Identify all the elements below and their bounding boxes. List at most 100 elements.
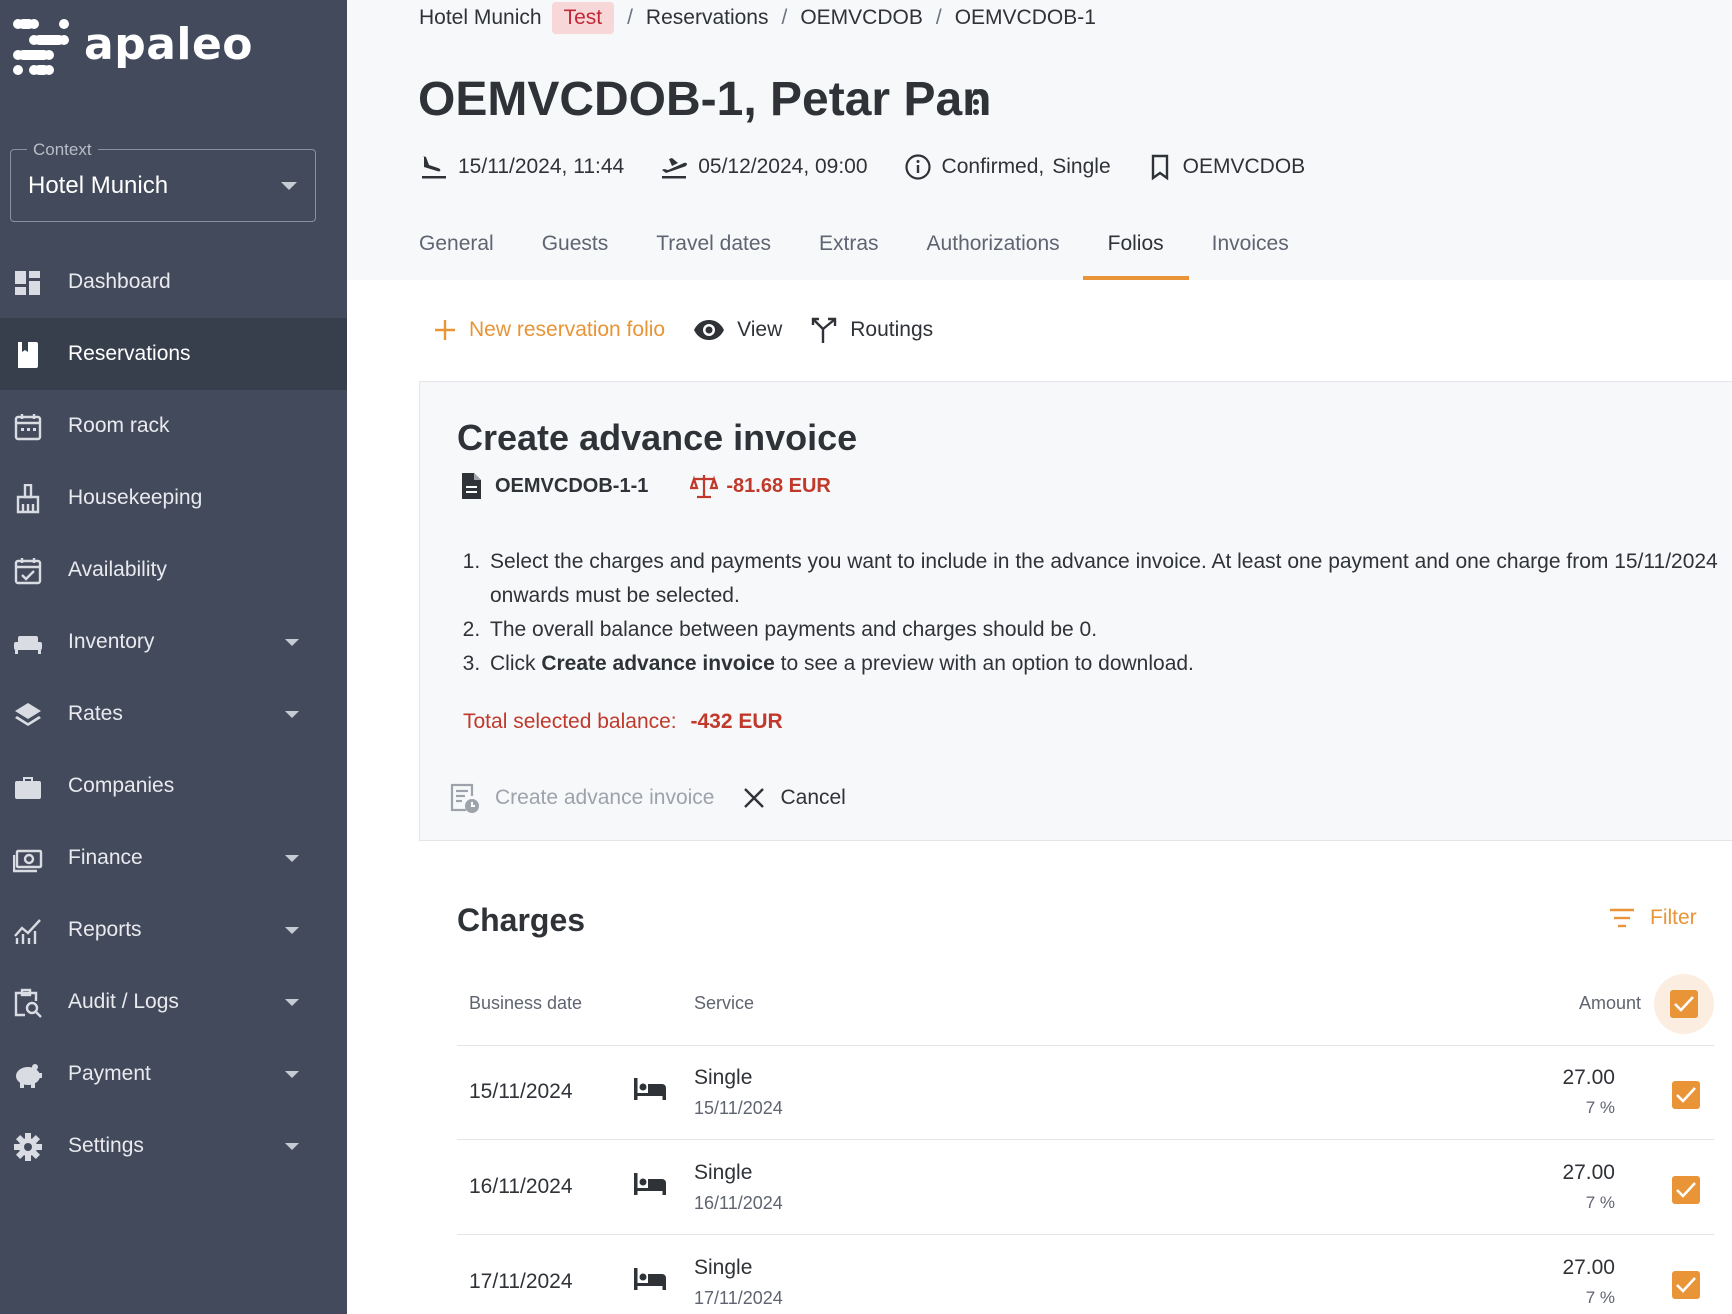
check-icon bbox=[1676, 1087, 1696, 1103]
briefcase-icon bbox=[15, 777, 41, 799]
flight-takeoff-icon bbox=[662, 158, 688, 179]
column-service[interactable]: Service bbox=[694, 993, 754, 1014]
sidebar-item-payment[interactable]: Payment bbox=[0, 1038, 347, 1110]
new-folio-button[interactable]: New reservation folio bbox=[433, 318, 665, 342]
plus-icon bbox=[435, 320, 455, 340]
context-select[interactable]: Context Hotel Munich bbox=[10, 140, 316, 222]
row-amount: 27.00 bbox=[1562, 1066, 1615, 1089]
tab-invoices[interactable]: Invoices bbox=[1212, 222, 1289, 280]
invoice-clock-icon bbox=[450, 783, 479, 813]
row-service: Single bbox=[694, 1161, 753, 1184]
tab-label: General bbox=[419, 232, 494, 255]
booking-info[interactable]: OEMVCDOB bbox=[1147, 153, 1305, 181]
tab-authorizations[interactable]: Authorizations bbox=[927, 222, 1060, 280]
sidebar-item-availability[interactable]: Availability bbox=[0, 534, 347, 606]
departure-datetime: 05/12/2024, 09:00 bbox=[698, 155, 868, 178]
eye-icon bbox=[694, 320, 725, 340]
breadcrumb-separator: / bbox=[627, 6, 633, 29]
instruction-step-3-post: to see a preview with an option to downl… bbox=[774, 652, 1194, 675]
sidebar-item-dashboard[interactable]: Dashboard bbox=[0, 246, 347, 318]
tab-label: Authorizations bbox=[926, 232, 1060, 255]
bed-icon bbox=[634, 1173, 666, 1195]
sidebar-item-label: Settings bbox=[68, 1134, 144, 1157]
create-advance-invoice-label: Create advance invoice bbox=[495, 786, 715, 809]
table-row[interactable]: 15/11/2024 Single 15/11/2024 27.00 7 % bbox=[457, 1046, 1714, 1140]
sidebar-item-room-rack[interactable]: Room rack bbox=[0, 390, 347, 462]
sidebar-item-inventory[interactable]: Inventory bbox=[0, 606, 347, 678]
calendar-check-icon bbox=[14, 558, 42, 585]
more-vertical-icon[interactable] bbox=[966, 86, 986, 118]
cancel-button[interactable]: Cancel bbox=[742, 786, 846, 810]
sidebar-item-audit-logs[interactable]: Audit / Logs bbox=[0, 966, 347, 1038]
breadcrumb: Hotel Munich Test / Reservations / OEMVC… bbox=[419, 0, 1096, 36]
sidebar-item-reservations[interactable]: Reservations bbox=[0, 318, 347, 390]
sidebar-item-settings[interactable]: Settings bbox=[0, 1110, 347, 1182]
bed-icon bbox=[14, 636, 42, 654]
folio-id: OEMVCDOB-1-1 bbox=[495, 474, 649, 497]
routings-button[interactable]: Routings bbox=[810, 316, 933, 344]
breadcrumb-separator: / bbox=[781, 6, 788, 29]
page-title: OEMVCDOB-1, Petar Pan bbox=[418, 73, 992, 126]
folio-summary: OEMVCDOB-1-1 -81.68 EUR bbox=[459, 470, 831, 502]
sidebar-item-label: Availability bbox=[68, 558, 167, 581]
tab-extras[interactable]: Extras bbox=[819, 222, 879, 280]
chevron-down-icon bbox=[285, 1071, 299, 1078]
sidebar-item-companies[interactable]: Companies bbox=[0, 750, 347, 822]
folio-balance-value: -81.68 EUR bbox=[726, 474, 831, 497]
breadcrumb-hotel[interactable]: Hotel Munich bbox=[419, 6, 542, 30]
context-value: Hotel Munich bbox=[28, 172, 169, 199]
row-checkbox[interactable] bbox=[1672, 1176, 1700, 1204]
status-info: Confirmed, Single bbox=[904, 153, 1111, 181]
instruction-step-1: Select the charges and payments you want… bbox=[486, 545, 1732, 613]
total-selected-balance: Total selected balance: -432 EUR bbox=[463, 710, 783, 734]
row-service-date: 16/11/2024 bbox=[694, 1193, 783, 1213]
filter-icon bbox=[1610, 908, 1634, 928]
select-all-checkbox[interactable] bbox=[1670, 990, 1698, 1018]
arrival-info: 15/11/2024, 11:44 bbox=[420, 153, 624, 181]
chevron-down-icon bbox=[285, 639, 299, 646]
breadcrumb-separator: / bbox=[935, 6, 942, 29]
tab-general[interactable]: General bbox=[419, 222, 494, 280]
tab-guests[interactable]: Guests bbox=[542, 222, 609, 280]
chevron-down-icon bbox=[281, 182, 297, 190]
view-button[interactable]: View bbox=[693, 318, 782, 342]
tab-label: Invoices bbox=[1211, 232, 1289, 255]
sidebar: apaleo Context Hotel Munich Dashboard Re… bbox=[0, 0, 347, 1314]
audit-icon bbox=[14, 988, 42, 1018]
row-service: Single bbox=[694, 1066, 753, 1089]
logo-dots-icon bbox=[13, 19, 69, 75]
column-business-date[interactable]: Business date bbox=[469, 993, 582, 1014]
bed-icon bbox=[634, 1078, 666, 1100]
row-checkbox[interactable] bbox=[1672, 1271, 1700, 1299]
row-checkbox[interactable] bbox=[1672, 1081, 1700, 1109]
routing-icon bbox=[812, 317, 837, 343]
sidebar-item-reports[interactable]: Reports bbox=[0, 894, 347, 966]
gear-icon bbox=[14, 1133, 42, 1161]
tab-folios[interactable]: Folios bbox=[1082, 222, 1189, 280]
filter-button[interactable]: Filter bbox=[1608, 906, 1697, 930]
table-row[interactable]: 16/11/2024 Single 16/11/2024 27.00 7 % bbox=[457, 1141, 1714, 1235]
row-business-date: 15/11/2024 bbox=[469, 1080, 573, 1103]
sidebar-item-label: Companies bbox=[68, 774, 175, 797]
layers-icon bbox=[15, 703, 41, 726]
table-row[interactable]: 17/11/2024 Single 17/11/2024 27.00 7 % bbox=[457, 1236, 1714, 1314]
breadcrumb-booking[interactable]: OEMVCDOB bbox=[800, 6, 923, 30]
calendar-icon bbox=[14, 414, 42, 441]
apaleo-logo[interactable]: apaleo bbox=[12, 18, 253, 76]
column-amount[interactable]: Amount bbox=[1579, 993, 1641, 1014]
create-advance-invoice-button[interactable]: Create advance invoice bbox=[449, 782, 714, 814]
sidebar-item-label: Finance bbox=[68, 846, 143, 869]
row-business-date: 16/11/2024 bbox=[469, 1175, 573, 1198]
sidebar-item-finance[interactable]: Finance bbox=[0, 822, 347, 894]
tab-label: Extras bbox=[819, 232, 879, 255]
sidebar-item-housekeeping[interactable]: Housekeeping bbox=[0, 462, 347, 534]
instruction-step-3-bold: Create advance invoice bbox=[541, 652, 775, 675]
total-balance-label: Total selected balance: bbox=[463, 710, 677, 733]
chevron-down-icon bbox=[285, 711, 299, 718]
sidebar-item-label: Reservations bbox=[68, 342, 191, 365]
sidebar-item-label: Room rack bbox=[68, 414, 170, 437]
tab-travel-dates[interactable]: Travel dates bbox=[656, 222, 771, 280]
sidebar-item-label: Inventory bbox=[68, 630, 155, 653]
sidebar-item-rates[interactable]: Rates bbox=[0, 678, 347, 750]
breadcrumb-reservations[interactable]: Reservations bbox=[646, 6, 769, 30]
